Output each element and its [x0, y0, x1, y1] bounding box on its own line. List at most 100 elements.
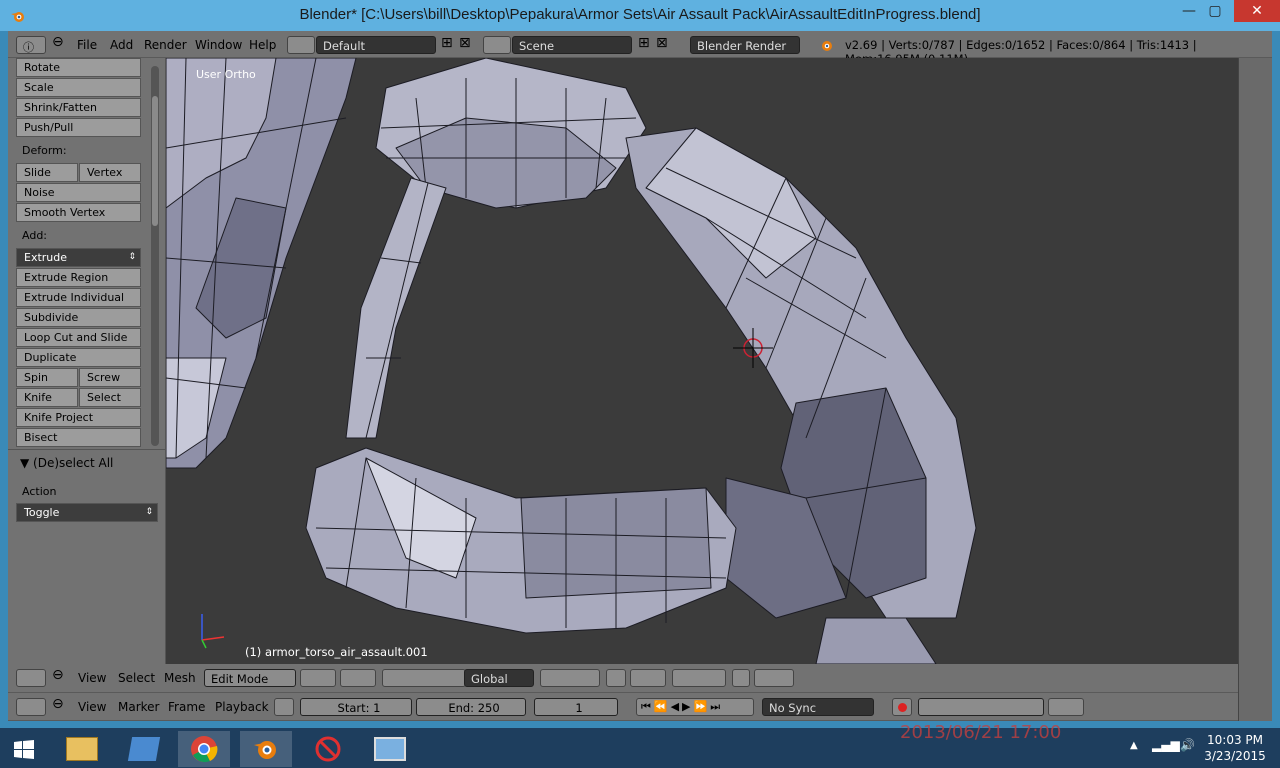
- noise-button[interactable]: Noise: [16, 183, 141, 202]
- editor-type-button[interactable]: [16, 698, 46, 716]
- end-frame-field[interactable]: End: 250: [416, 698, 526, 716]
- pivot-point-select[interactable]: [340, 669, 376, 687]
- editor-type-button[interactable]: [16, 669, 46, 687]
- toolshelf-scrollbar[interactable]: [151, 66, 159, 446]
- action-label: Action: [22, 485, 57, 498]
- blocked-app-taskbar-icon[interactable]: [302, 731, 354, 767]
- menu-view[interactable]: View: [78, 671, 106, 685]
- file-explorer-taskbar-icon[interactable]: [56, 731, 108, 767]
- proportional-edit-select[interactable]: [630, 669, 666, 687]
- scale-button[interactable]: Scale: [16, 78, 141, 97]
- start-frame-field[interactable]: Start: 1: [300, 698, 412, 716]
- smooth-vertex-button[interactable]: Smooth Vertex: [16, 203, 141, 222]
- render-engine-select[interactable]: Blender Render: [690, 36, 800, 54]
- extrude-region-button[interactable]: Extrude Region: [16, 268, 141, 287]
- network-icon[interactable]: ▂▄▆: [1152, 738, 1180, 752]
- blender-taskbar-icon[interactable]: [240, 731, 292, 767]
- remove-scene-icon[interactable]: ⊠: [656, 35, 668, 51]
- menu-mesh[interactable]: Mesh: [164, 671, 196, 685]
- updown-icon: ⇕: [128, 252, 136, 262]
- keyframe-buttons-group[interactable]: [1048, 698, 1084, 716]
- loop-cut-button[interactable]: Loop Cut and Slide: [16, 328, 141, 347]
- menu-add[interactable]: Add: [110, 38, 133, 52]
- preview-range-icon[interactable]: [274, 698, 294, 716]
- start-button[interactable]: [0, 731, 50, 767]
- maximize-button[interactable]: ▢: [1198, 0, 1232, 22]
- transform-orientation-select[interactable]: Global: [464, 669, 534, 687]
- knife-select-button[interactable]: Select: [79, 388, 141, 407]
- subdivide-button[interactable]: Subdivide: [16, 308, 141, 327]
- knife-project-button[interactable]: Knife Project: [16, 408, 141, 427]
- windows-taskbar: 2013/06/21 17:00 ▲ ▂▄▆ 🔊 10:03 PM 3/23/2…: [0, 722, 1280, 768]
- current-frame-field[interactable]: 1: [534, 698, 618, 716]
- object-label: (1) armor_torso_air_assault.001: [245, 645, 428, 659]
- blender-logo-icon: [254, 741, 276, 759]
- mode-select[interactable]: Edit Mode: [204, 669, 296, 687]
- collapse-menu-icon[interactable]: ⊖: [52, 667, 64, 683]
- shrink-fatten-button[interactable]: Shrink/Fatten: [16, 98, 141, 117]
- viewport-shading-select[interactable]: [300, 669, 336, 687]
- rotate-button[interactable]: Rotate: [16, 58, 141, 77]
- action-select[interactable]: Toggle ⇕: [16, 503, 158, 522]
- action-value: Toggle: [24, 506, 60, 519]
- extrude-button[interactable]: Extrude ⇕: [16, 248, 141, 267]
- tool-shelf: Rotate Scale Shrink/Fatten Push/Pull Def…: [8, 58, 166, 664]
- snap-group[interactable]: [672, 669, 726, 687]
- info-icon: ⓘ: [23, 41, 34, 54]
- menu-marker[interactable]: Marker: [118, 700, 159, 714]
- 3d-view-header: ⊖ View Select Mesh Edit Mode Global: [8, 664, 1238, 693]
- slide-edge-button[interactable]: Slide Edge: [16, 163, 78, 196]
- sync-mode-select[interactable]: No Sync: [762, 698, 874, 716]
- limit-selection-icon[interactable]: [606, 669, 626, 687]
- scene-icon[interactable]: [483, 36, 511, 54]
- playback-controls-group[interactable]: ⏮⏪◀▶⏩⏭: [636, 698, 754, 716]
- bisect-button[interactable]: Bisect: [16, 428, 141, 447]
- blender-window: ⓘ ⊖ File Add Render Window Help Default …: [8, 31, 1272, 721]
- menu-window[interactable]: Window: [195, 38, 242, 52]
- add-layout-icon[interactable]: ⊞: [441, 35, 453, 51]
- 3d-viewport[interactable]: User Ortho (1) armor_torso_air_assault.0…: [166, 58, 1238, 664]
- clock-time[interactable]: 10:03 PM: [1200, 733, 1270, 747]
- render-buttons-group[interactable]: [754, 669, 794, 687]
- collapse-menu-icon[interactable]: ⊖: [52, 696, 64, 712]
- menu-frame[interactable]: Frame: [168, 700, 205, 714]
- screen-layout-select[interactable]: Default: [316, 36, 436, 54]
- menu-help[interactable]: Help: [249, 38, 276, 52]
- mesh-wireframe: [166, 58, 977, 664]
- close-button[interactable]: ✕: [1234, 0, 1280, 22]
- collapse-menu-icon[interactable]: ⊖: [52, 34, 64, 50]
- duplicate-button[interactable]: Duplicate: [16, 348, 141, 367]
- chrome-taskbar-icon[interactable]: [178, 731, 230, 767]
- remove-layout-icon[interactable]: ⊠: [459, 35, 471, 51]
- editor-type-button[interactable]: ⓘ: [16, 36, 46, 54]
- show-hidden-icons[interactable]: ▲: [1130, 740, 1138, 751]
- push-pull-button[interactable]: Push/Pull: [16, 118, 141, 137]
- menu-select[interactable]: Select: [118, 671, 155, 685]
- photos-taskbar-icon[interactable]: [364, 731, 416, 767]
- knife-button[interactable]: Knife: [16, 388, 78, 407]
- manipulator-toggle-group[interactable]: [382, 669, 466, 687]
- select-mode-group[interactable]: [540, 669, 600, 687]
- spin-button[interactable]: Spin: [16, 368, 78, 387]
- screen-layout-icon[interactable]: [287, 36, 315, 54]
- menu-file[interactable]: File: [77, 38, 97, 52]
- snap-target-icon[interactable]: [732, 669, 750, 687]
- extrude-individual-button[interactable]: Extrude Individual: [16, 288, 141, 307]
- menu-timeline-view[interactable]: View: [78, 700, 106, 714]
- volume-icon[interactable]: 🔊: [1180, 738, 1195, 752]
- menu-render[interactable]: Render: [144, 38, 187, 52]
- operator-panel-title[interactable]: ▼ (De)select All: [20, 456, 113, 470]
- right-editor-strip[interactable]: [1238, 58, 1272, 721]
- keying-set-field[interactable]: [918, 698, 1044, 716]
- screw-button[interactable]: Screw: [79, 368, 141, 387]
- chrome-icon: [191, 736, 218, 763]
- clock-date[interactable]: 3/23/2015: [1200, 749, 1270, 763]
- add-scene-icon[interactable]: ⊞: [638, 35, 650, 51]
- record-button[interactable]: [892, 698, 912, 716]
- app-taskbar-icon[interactable]: [118, 731, 170, 767]
- windows-logo-icon: [14, 740, 34, 759]
- menu-playback[interactable]: Playback: [215, 700, 269, 714]
- slide-vertex-button[interactable]: Vertex: [79, 163, 141, 182]
- scene-select[interactable]: Scene: [512, 36, 632, 54]
- info-header: ⓘ ⊖ File Add Render Window Help Default …: [8, 31, 1272, 66]
